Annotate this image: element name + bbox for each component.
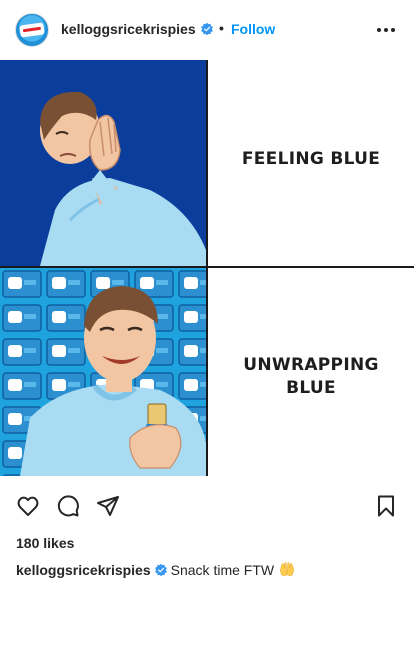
meme-caption-bottom-line2: BLUE — [286, 378, 336, 398]
follow-button[interactable]: Follow — [231, 21, 275, 37]
verified-badge-icon — [201, 22, 213, 36]
meme-caption-top: FEELING BLUE — [241, 149, 381, 169]
caption-text: Snack time FTW — [170, 562, 275, 578]
bookmark-icon[interactable] — [374, 494, 398, 518]
action-bar — [0, 486, 414, 526]
meme-panel-text-top: FEELING BLUE — [208, 60, 414, 266]
header-separator: • — [219, 20, 224, 36]
meme-caption-bottom-line1: UNWRAPPING — [243, 355, 379, 375]
raising-hands-emoji-icon — [280, 562, 295, 576]
man-rejecting-illustration — [40, 91, 206, 266]
brand-logo-icon — [19, 22, 45, 38]
avatar[interactable] — [15, 13, 49, 47]
verified-badge-icon — [154, 563, 167, 577]
post-caption: kelloggsricekrispies Snack time FTW — [16, 560, 296, 578]
meme-panel-approving — [0, 268, 206, 476]
meme-caption-bottom: UNWRAPPING BLUE — [208, 354, 414, 400]
post-image[interactable]: FEELING BLUE UNWRAPPING BLUE — [0, 60, 414, 476]
comment-icon[interactable] — [56, 494, 80, 518]
more-options-icon[interactable] — [376, 20, 396, 40]
share-icon[interactable] — [96, 494, 120, 518]
heart-icon[interactable] — [16, 494, 40, 518]
post-header: kelloggsricekrispies • Follow — [0, 0, 414, 60]
caption-username[interactable]: kelloggsricekrispies — [16, 562, 151, 578]
post-username[interactable]: kelloggsricekrispies — [61, 21, 196, 37]
meme-panel-text-bottom: UNWRAPPING BLUE — [208, 268, 414, 476]
meme-panel-rejecting — [0, 60, 206, 266]
likes-count[interactable]: 180 likes — [16, 535, 74, 551]
man-approving-illustration — [0, 268, 206, 476]
